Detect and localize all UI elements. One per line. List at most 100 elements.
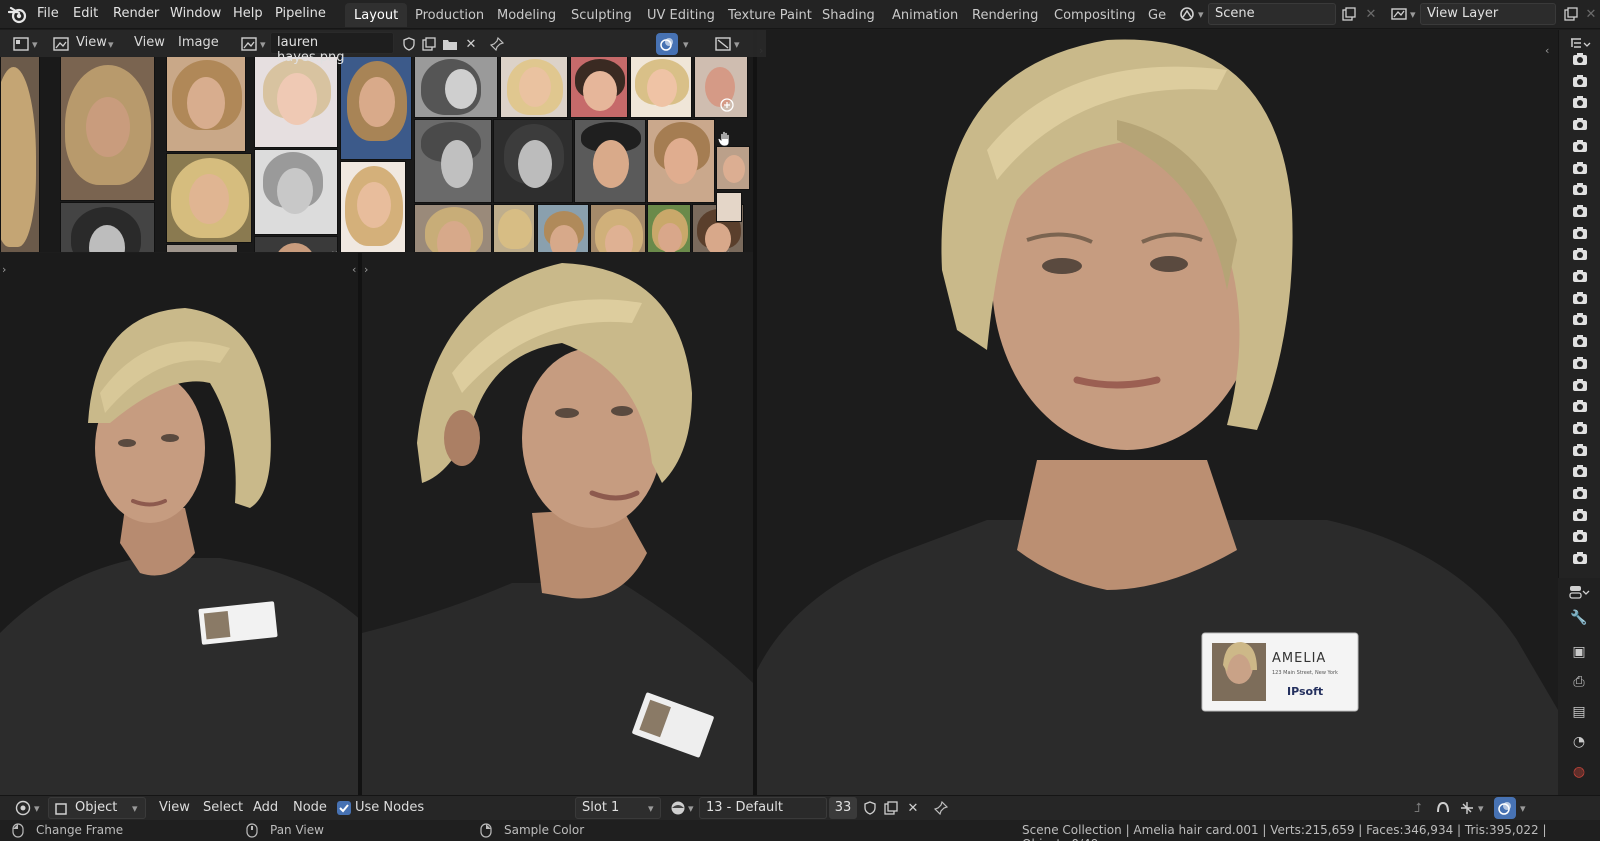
camera-render-toggle-icon[interactable]: [1572, 551, 1588, 565]
menu-pipeline[interactable]: Pipeline: [275, 6, 326, 21]
camera-render-toggle-icon[interactable]: [1572, 247, 1588, 261]
view-layer-properties-icon[interactable]: ▤: [1570, 704, 1588, 722]
fake-user-shield-icon[interactable]: [859, 797, 881, 819]
unlink-material-icon[interactable]: ✕: [902, 797, 924, 819]
render-properties-icon[interactable]: ▣: [1570, 644, 1588, 662]
unlink-image-icon[interactable]: ✕: [460, 33, 482, 55]
parent-node-tree-icon[interactable]: ⮥: [1407, 797, 1429, 819]
image-name-field[interactable]: lauren hayes.png: [270, 32, 394, 65]
tab-modeling[interactable]: Modeling: [488, 3, 565, 27]
camera-render-toggle-icon[interactable]: [1572, 421, 1588, 435]
viewport-left[interactable]: › ‹: [0, 253, 364, 795]
material-browse-icon[interactable]: [667, 797, 689, 819]
viewport-main[interactable]: › ‹ AMELIA 123 Main Street, New York IPs…: [757, 30, 1558, 795]
viewport-middle[interactable]: ›: [362, 253, 753, 795]
scene-name-field[interactable]: Scene: [1208, 3, 1336, 25]
camera-render-toggle-icon[interactable]: [1572, 529, 1588, 543]
menu-help[interactable]: Help: [233, 6, 263, 21]
pin-icon[interactable]: [930, 797, 952, 819]
editor-type-icon[interactable]: [12, 797, 34, 819]
material-name-field[interactable]: 13 - Default: [699, 797, 827, 819]
menu-window[interactable]: Window: [170, 6, 221, 21]
menu-edit[interactable]: Edit: [73, 6, 98, 21]
add-view-icon[interactable]: [720, 98, 734, 112]
tab-texture-paint[interactable]: Texture Paint: [719, 3, 821, 27]
open-folder-icon[interactable]: [439, 33, 461, 55]
pin-icon[interactable]: [486, 33, 508, 55]
tab-production[interactable]: Production: [406, 3, 493, 27]
camera-render-toggle-icon[interactable]: [1572, 226, 1588, 240]
menu-node[interactable]: Node: [293, 800, 327, 815]
camera-render-toggle-icon[interactable]: [1572, 443, 1588, 457]
duplicate-material-icon[interactable]: [880, 797, 902, 819]
view-layer-field[interactable]: View Layer: [1420, 3, 1556, 25]
view-dropdown[interactable]: View: [76, 35, 107, 50]
delete-scene-icon[interactable]: ✕: [1360, 3, 1382, 25]
scene-icon[interactable]: [1176, 3, 1198, 25]
view-layer-icon[interactable]: [1388, 3, 1410, 25]
reference-image-canvas[interactable]: [0, 56, 766, 252]
camera-render-toggle-icon[interactable]: [1572, 291, 1588, 305]
camera-render-toggle-icon[interactable]: [1572, 356, 1588, 370]
camera-render-toggle-icon[interactable]: [1572, 204, 1588, 218]
use-nodes-checkbox[interactable]: [337, 801, 351, 815]
tab-compositing[interactable]: Compositing: [1045, 3, 1145, 27]
snap-target-icon[interactable]: [1456, 797, 1478, 819]
reference-photo: [500, 56, 568, 118]
camera-render-toggle-icon[interactable]: [1572, 508, 1588, 522]
menu-render[interactable]: Render: [113, 6, 159, 21]
properties-editor-icon[interactable]: [1568, 584, 1590, 602]
editor-type-icon[interactable]: [10, 33, 32, 55]
mouse-right-icon: [480, 823, 492, 838]
overlays-icon[interactable]: [1494, 797, 1516, 819]
material-users-count[interactable]: 33: [829, 797, 857, 819]
camera-render-toggle-icon[interactable]: [1572, 399, 1588, 413]
camera-render-toggle-icon[interactable]: [1572, 74, 1588, 88]
delete-view-layer-icon[interactable]: ✕: [1580, 3, 1600, 25]
display-channels-icon[interactable]: [656, 33, 678, 55]
tab-shading[interactable]: Shading: [813, 3, 884, 27]
camera-render-toggle-icon[interactable]: [1572, 269, 1588, 283]
camera-render-toggle-icon[interactable]: [1572, 464, 1588, 478]
tab-sculpting[interactable]: Sculpting: [562, 3, 641, 27]
use-nodes-label[interactable]: Use Nodes: [355, 800, 424, 815]
gizmo-toggle-icon[interactable]: [712, 33, 734, 55]
menu-add[interactable]: Add: [253, 800, 278, 815]
camera-render-toggle-icon[interactable]: [1572, 52, 1588, 66]
new-view-layer-icon[interactable]: [1560, 3, 1582, 25]
hand-pan-icon[interactable]: [716, 130, 734, 148]
tool-properties-icon[interactable]: 🔧: [1570, 610, 1588, 628]
camera-render-toggle-icon[interactable]: [1572, 95, 1588, 109]
world-properties-icon[interactable]: ◍: [1570, 764, 1588, 782]
browse-image-icon[interactable]: [238, 33, 260, 55]
menu-select[interactable]: Select: [203, 800, 243, 815]
new-scene-icon[interactable]: [1338, 3, 1360, 25]
camera-render-toggle-icon[interactable]: [1572, 117, 1588, 131]
camera-render-toggle-icon[interactable]: [1572, 486, 1588, 500]
image-mode-icon[interactable]: [50, 33, 72, 55]
camera-render-toggle-icon[interactable]: [1572, 182, 1588, 196]
chevron-down-icon[interactable]: ⌄: [722, 244, 731, 252]
new-image-icon[interactable]: [418, 33, 440, 55]
tab-layout[interactable]: Layout: [345, 3, 408, 27]
tab-animation[interactable]: Animation: [883, 3, 967, 27]
fake-user-shield-icon[interactable]: [398, 33, 420, 55]
image-editor[interactable]: ▾ View ▾ View Image ▾ lauren hayes.png ✕…: [0, 30, 766, 252]
tab-rendering[interactable]: Rendering: [963, 3, 1047, 27]
menu-file[interactable]: File: [37, 6, 59, 21]
camera-render-toggle-icon[interactable]: [1572, 378, 1588, 392]
blender-logo-icon[interactable]: [8, 5, 28, 24]
output-properties-icon[interactable]: ⎙: [1570, 674, 1588, 692]
camera-render-toggle-icon[interactable]: [1572, 334, 1588, 348]
camera-render-toggle-icon[interactable]: [1572, 139, 1588, 153]
camera-render-toggle-icon[interactable]: [1572, 312, 1588, 326]
menu-image[interactable]: Image: [178, 35, 219, 50]
menu-view[interactable]: View: [134, 35, 165, 50]
chevron-down-icon[interactable]: ⌄: [330, 244, 339, 252]
snap-icon[interactable]: [1432, 797, 1454, 819]
camera-render-toggle-icon[interactable]: [1572, 161, 1588, 175]
menu-view[interactable]: View: [159, 800, 190, 815]
scene-properties-icon[interactable]: ◔: [1570, 734, 1588, 752]
tab-uv-editing[interactable]: UV Editing: [638, 3, 724, 27]
tab-geometry-nodes[interactable]: Ge: [1139, 3, 1168, 27]
